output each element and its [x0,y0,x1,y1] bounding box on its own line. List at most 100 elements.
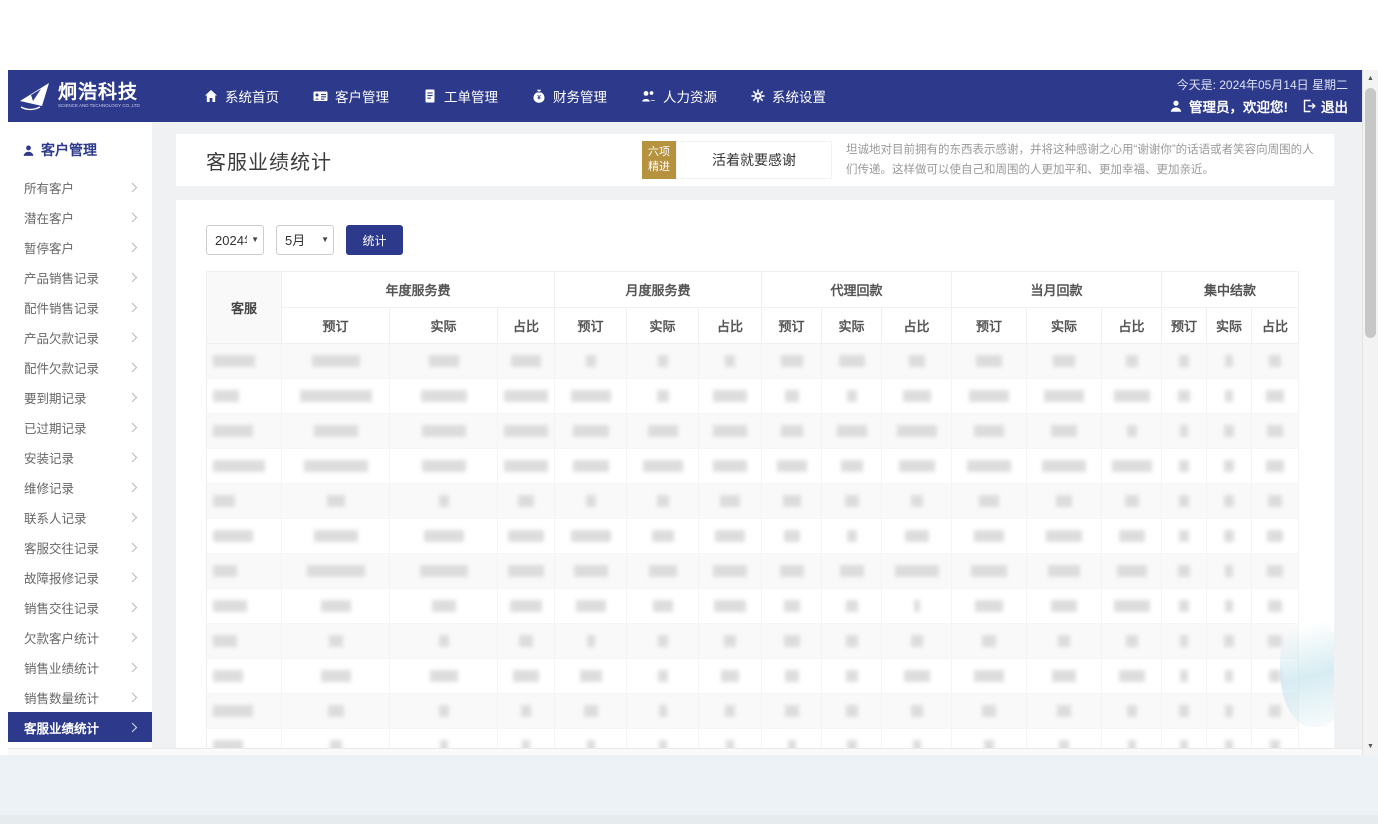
month-select[interactable]: 5月 [276,225,334,255]
idcard-icon [313,89,328,103]
table-cell [882,694,952,729]
chevron-right-icon [131,542,138,553]
redacted-value [1269,705,1281,717]
table-cell [952,379,1027,414]
sidebar-item-19[interactable]: 客服业绩统计 [8,712,152,742]
sidebar-item-4[interactable]: 产品销售记录 [8,262,152,292]
redacted-value [847,530,857,542]
table-cell [1207,729,1252,749]
month-select-wrap: 5月 ▼ [276,225,334,255]
table-cell [699,659,762,694]
year-select[interactable]: 2024年 [206,225,264,255]
sidebar-item-18[interactable]: 销售数量统计 [8,682,152,712]
sidebar-item-10[interactable]: 安装记录 [8,442,152,472]
document-icon [423,89,437,103]
sidebar-item-11[interactable]: 维修记录 [8,472,152,502]
table-cell [555,484,627,519]
table-row [207,624,1299,659]
redacted-value [439,635,449,647]
table-cell [882,729,952,749]
chevron-right-icon [131,272,138,283]
table-cell [207,414,282,449]
sidebar-item-8[interactable]: 要到期记录 [8,382,152,412]
redacted-value [720,495,740,507]
sidebar-item-9[interactable]: 已过期记录 [8,412,152,442]
statistics-button[interactable]: 统计 [346,225,403,255]
redacted-value [213,495,235,507]
nav-item-2[interactable]: 客户管理 [301,78,401,114]
table-cell [952,519,1027,554]
sidebar-item-3[interactable]: 暂停客户 [8,232,152,262]
table-cell [762,484,822,519]
sidebar-header-label: 客户管理 [41,140,97,160]
horizontal-scrollbar[interactable] [8,748,1362,755]
sidebar-item-1[interactable]: 所有客户 [8,172,152,202]
nav-item-1[interactable]: 系统首页 [192,78,291,114]
table-cell [1207,344,1252,379]
redacted-value [504,425,548,437]
sidebar-item-label: 产品欠款记录 [24,328,99,347]
sidebar-item-7[interactable]: 配件欠款记录 [8,352,152,382]
nav-item-4[interactable]: ¥财务管理 [520,78,619,114]
redacted-value [1225,565,1233,577]
redacted-value [522,740,530,748]
logout-button[interactable]: 退出 [1302,96,1348,116]
sidebar-item-15[interactable]: 销售交往记录 [8,592,152,622]
table-cell [282,554,390,589]
table-cell [952,729,1027,749]
nav-item-5[interactable]: 人力资源 [629,78,729,114]
table-cell [1207,379,1252,414]
table-cell [762,554,822,589]
col-sub-1-1: 预订 [282,308,390,344]
table-cell [207,484,282,519]
table-cell [762,414,822,449]
redacted-value [1179,495,1189,507]
scroll-down-arrow-icon[interactable]: ▼ [1363,739,1378,754]
sidebar-item-2[interactable]: 潜在客户 [8,202,152,232]
table-cell [1102,519,1162,554]
col-group-2: 月度服务费 [555,272,762,308]
table-cell [1102,344,1162,379]
table-cell [555,379,627,414]
sidebar-item-label: 客服交往记录 [24,538,99,557]
redacted-value [1225,390,1233,402]
nav-item-3[interactable]: 工单管理 [411,78,510,114]
redacted-value [1180,740,1188,748]
scroll-up-arrow-icon[interactable]: ▲ [1363,71,1378,86]
sidebar-item-17[interactable]: 销售业绩统计 [8,652,152,682]
sidebar-item-label: 客服业绩统计 [24,718,99,737]
redacted-value [300,390,372,402]
table-cell [1102,729,1162,749]
table-cell [1252,484,1299,519]
sidebar-item-5[interactable]: 配件销售记录 [8,292,152,322]
table-cell [699,449,762,484]
sidebar-item-label: 要到期记录 [24,388,87,407]
table-cell [498,449,555,484]
vertical-scrollbar[interactable]: ▲ ▼ [1362,70,1378,755]
nav-item-label: 客户管理 [335,86,389,106]
table-cell [882,379,952,414]
sidebar-item-13[interactable]: 客服交往记录 [8,532,152,562]
sidebar-item-16[interactable]: 欠款客户统计 [8,622,152,652]
table-cell [1027,624,1102,659]
table-cell [555,519,627,554]
redacted-value [213,530,253,542]
scrollbar-thumb[interactable] [1365,88,1376,338]
nav-item-6[interactable]: 系统设置 [739,78,838,114]
sidebar-item-label: 暂停客户 [24,238,74,257]
page-title: 客服业绩统计 [206,146,332,175]
redacted-value [1126,635,1138,647]
sidebar-item-6[interactable]: 产品欠款记录 [8,322,152,352]
redacted-value [715,530,745,542]
redacted-value [439,705,449,717]
sidebar-item-label: 配件销售记录 [24,298,99,317]
quote-text: 坦诚地对目前拥有的东西表示感谢，并将这种感谢之心用“谢谢你”的话语或者笑容向周围… [846,140,1318,180]
table-cell [207,449,282,484]
sidebar-item-14[interactable]: 故障报修记录 [8,562,152,592]
table-cell [282,624,390,659]
six-improvements-badge: 六项 精进 [642,141,676,179]
navbar-right: 今天是: 2024年05月14日 星期二 管理员，欢迎您! [1169,76,1348,116]
nav-item-label: 工单管理 [444,86,498,106]
table-cell [952,554,1027,589]
sidebar-item-12[interactable]: 联系人记录 [8,502,152,532]
